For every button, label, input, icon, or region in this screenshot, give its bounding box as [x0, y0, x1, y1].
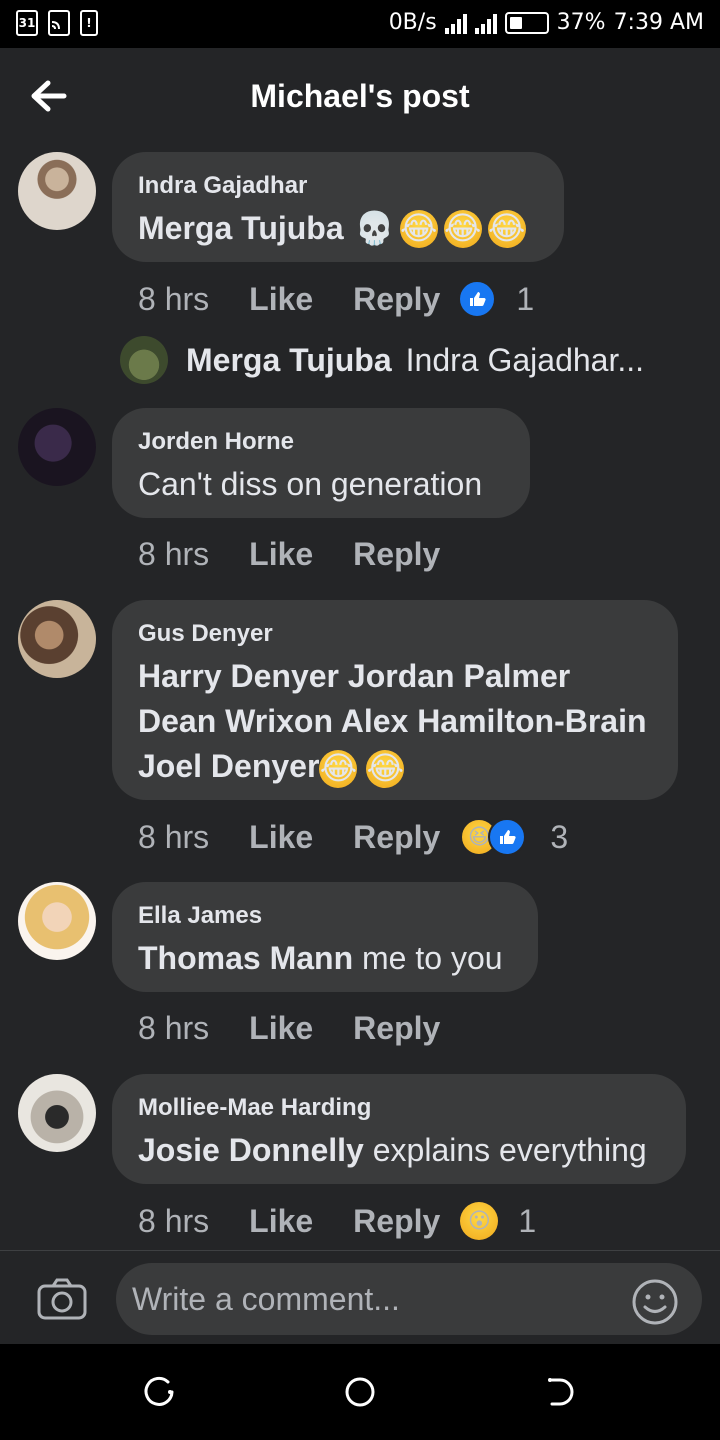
recents-icon[interactable]	[142, 1374, 178, 1410]
reply-button[interactable]: Reply	[353, 536, 440, 573]
comment-composer	[0, 1250, 720, 1344]
avatar[interactable]	[18, 152, 96, 230]
comment-bubble: Jorden Horne Can't diss on generation	[112, 408, 530, 518]
comment-actions: 8 hrs Like Reply 1	[138, 280, 534, 318]
like-button[interactable]: Like	[249, 1010, 313, 1047]
system-nav-bar	[0, 1344, 720, 1440]
comment-time: 8 hrs	[138, 818, 210, 855]
comment-emojis: 💀 😂 😂 😂	[354, 209, 526, 248]
reaction-count: 1	[518, 1202, 537, 1239]
laughing-emoji-icon: 😂	[487, 209, 526, 248]
comment-text: Josie Donnelly explains everything	[138, 1128, 660, 1173]
battery-icon	[504, 11, 549, 34]
like-button[interactable]: Like	[249, 281, 313, 318]
comment-bubble: Molliee-Mae Harding Josie Donnelly expla…	[112, 1074, 686, 1184]
status-left-icons: 31 !	[16, 10, 98, 36]
reply-preview[interactable]: Merga Tujuba Indra Gajadhar...	[120, 336, 644, 384]
comment-time: 8 hrs	[138, 1202, 210, 1239]
network-speed: 0B/s	[388, 10, 437, 35]
comment-body: explains everything	[363, 1132, 647, 1168]
like-reaction-icon	[458, 280, 497, 318]
comment-text: Merga Tujuba 💀 😂 😂 😂	[138, 206, 538, 251]
mention-link[interactable]: Josie Donnelly	[138, 1132, 364, 1168]
comment-text: Harry Denyer Jordan Palmer Dean Wrixon A…	[138, 654, 652, 789]
laughing-emoji-icon: 😂	[319, 749, 358, 788]
comment-author[interactable]: Jorden Horne	[138, 428, 504, 456]
comment-author[interactable]: Molliee-Mae Harding	[138, 1094, 660, 1122]
status-right: 0B/s 37% 7:39 AM	[389, 10, 704, 35]
avatar[interactable]	[18, 408, 96, 486]
reaction-count: 3	[550, 818, 569, 855]
like-reaction-icon	[488, 818, 527, 856]
avatar[interactable]	[18, 1074, 96, 1152]
comment-bubble: Indra Gajadhar Merga Tujuba 💀 😂 😂 😂	[112, 152, 564, 262]
reaction-count: 1	[516, 280, 535, 317]
like-button[interactable]: Like	[249, 536, 313, 573]
reply-button[interactable]: Reply	[353, 1203, 440, 1240]
mention-link[interactable]: Merga Tujuba	[138, 206, 344, 251]
comment-time: 8 hrs	[138, 280, 210, 317]
comment-actions: 8 hrs Like Reply 😆 3	[138, 818, 568, 856]
wow-reaction-icon: 😮	[460, 1202, 499, 1240]
mention-link[interactable]: Thomas Mann	[138, 940, 353, 976]
reply-button[interactable]: Reply	[353, 281, 440, 318]
avatar[interactable]	[18, 600, 96, 678]
header: Michael's post	[0, 48, 720, 148]
emoji-picker-icon[interactable]	[630, 1277, 680, 1327]
comment-time: 8 hrs	[138, 536, 210, 572]
comment-author[interactable]: Ella James	[138, 902, 512, 930]
comment-actions: 8 hrs Like Reply 😮 1	[138, 1202, 536, 1240]
reply-button[interactable]: Reply	[353, 819, 440, 856]
signal-icon-2	[474, 12, 497, 34]
signal-icon-1	[444, 12, 467, 34]
comment-author[interactable]: Gus Denyer	[138, 620, 652, 648]
avatar	[120, 336, 168, 384]
clock: 7:39 AM	[613, 10, 704, 35]
home-icon[interactable]	[342, 1374, 378, 1410]
calendar-icon: 31	[16, 10, 38, 36]
reply-author: Merga Tujuba	[186, 341, 392, 378]
comment-bubble: Gus Denyer Harry Denyer Jordan Palmer De…	[112, 600, 678, 800]
reactions[interactable]	[458, 280, 497, 318]
alert-icon: !	[80, 10, 98, 36]
comment-input[interactable]	[116, 1263, 702, 1335]
comment-actions: 8 hrs Like Reply	[138, 536, 480, 573]
back-nav-icon[interactable]	[542, 1374, 578, 1410]
comment-author[interactable]: Indra Gajadhar	[138, 172, 538, 200]
reply-button[interactable]: Reply	[353, 1010, 440, 1047]
comment-body: me to you	[353, 940, 503, 976]
laughing-emoji-icon: 😂	[366, 749, 405, 788]
reply-text: Indra Gajadhar...	[405, 341, 645, 378]
comment-bubble: Ella James Thomas Mann me to you	[112, 882, 538, 992]
skull-emoji-icon: 💀	[354, 210, 395, 246]
page-title: Michael's post	[250, 78, 470, 114]
comment-text: Thomas Mann me to you	[138, 936, 512, 981]
comment-text: Can't diss on generation	[138, 466, 483, 502]
comment-actions: 8 hrs Like Reply	[138, 1010, 480, 1047]
camera-icon[interactable]	[36, 1277, 88, 1321]
avatar[interactable]	[18, 882, 96, 960]
cast-icon	[48, 10, 70, 36]
reactions[interactable]: 😮	[460, 1202, 499, 1240]
laughing-emoji-icon: 😂	[443, 209, 482, 248]
comment-time: 8 hrs	[138, 1010, 210, 1046]
battery-percent: 37%	[556, 10, 606, 35]
status-bar: 31 ! 0B/s 37% 7:39 AM	[0, 0, 720, 48]
laughing-emoji-icon: 😂	[399, 209, 438, 248]
reactions[interactable]: 😆	[460, 818, 527, 856]
like-button[interactable]: Like	[249, 819, 313, 856]
like-button[interactable]: Like	[249, 1203, 313, 1240]
